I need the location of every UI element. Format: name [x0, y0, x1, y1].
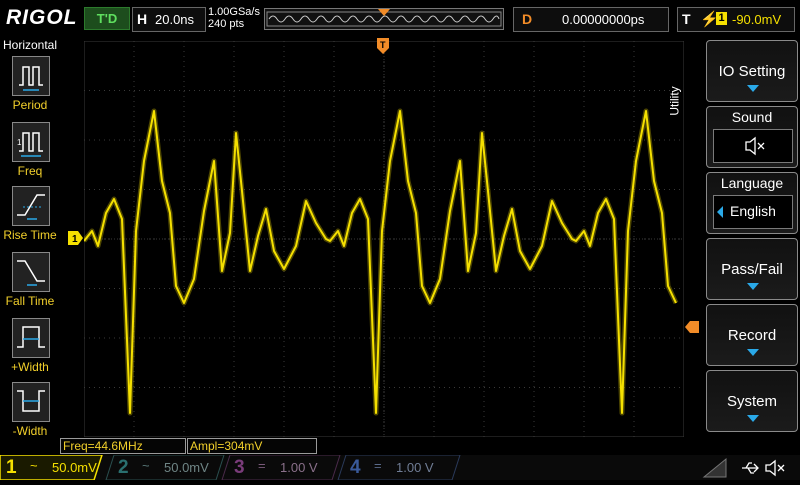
memory-points: 240 pts: [208, 18, 245, 30]
sample-rate: 1.00GSa/s: [208, 6, 260, 18]
language-button[interactable]: Language English: [706, 172, 798, 234]
channel-status-bar: 1 ~ 50.0mV 2 ~ 50.0mV 3 = 1.00 V 4 = 1.0…: [0, 455, 800, 480]
ch1-scale: 50.0mV: [52, 460, 97, 475]
horizontal-timebase-box[interactable]: H 20.0ns: [132, 7, 206, 32]
sound-header: Sound: [731, 109, 773, 125]
ch4-scale: 1.00 V: [396, 460, 434, 475]
delay-value: 0.00000000ps: [562, 12, 645, 27]
rigol-logo: RIGOL: [6, 6, 78, 29]
chevron-down-icon: [747, 85, 759, 92]
ch4-coupling-icon: =: [374, 458, 382, 473]
fall-time-icon: [12, 252, 50, 292]
ch1-tab[interactable]: 1 ~ 50.0mV: [0, 455, 110, 480]
pass-fail-button[interactable]: Pass/Fail: [706, 238, 798, 300]
rise-time-icon: [12, 186, 50, 226]
measure-pos-width-item[interactable]: +Width: [0, 318, 60, 382]
ch2-tab[interactable]: 2 ~ 50.0mV: [112, 455, 224, 480]
record-button[interactable]: Record: [706, 304, 798, 366]
trigger-level-value: -90.0mV: [732, 12, 782, 27]
status-icons: [702, 457, 785, 478]
trigger-position-label: T: [380, 40, 386, 50]
chevron-down-icon: [747, 415, 759, 422]
measure-freq-item[interactable]: 1 Freq: [0, 122, 60, 186]
trigger-position-marker[interactable]: T: [377, 38, 389, 56]
memory-waveform-mini: [268, 15, 500, 23]
measurement-results-bar: Freq=44.6MHz Ampl=304mV: [60, 437, 800, 455]
chevron-down-icon: [747, 283, 759, 290]
language-header: Language: [720, 175, 784, 191]
period-icon: [12, 56, 50, 96]
language-value: English: [730, 203, 776, 219]
ch1-number: 1: [6, 457, 17, 478]
pos-width-label: +Width: [11, 360, 49, 374]
ch4-number: 4: [350, 457, 361, 478]
svg-text:1: 1: [17, 138, 22, 147]
timebase-value: 20.0ns: [155, 12, 195, 27]
top-status-bar: RIGOL T'D H 20.0ns 1.00GSa/s 240 pts D 0…: [0, 0, 800, 36]
record-label: Record: [727, 327, 777, 344]
measure-neg-width-item[interactable]: -Width: [0, 382, 60, 446]
speaker-mute-icon: [765, 459, 785, 477]
freq-label: Freq: [17, 164, 43, 178]
delay-box[interactable]: D 0.00000000ps: [513, 7, 669, 32]
neg-width-icon: [12, 382, 50, 422]
ch3-scale: 1.00 V: [280, 460, 318, 475]
memory-depth-waveform-bar: [264, 8, 504, 30]
ch1-marker-label: 1: [72, 234, 78, 245]
trigger-box[interactable]: T ⚡ 1 -90.0mV: [677, 7, 795, 32]
pos-width-icon: [12, 318, 50, 358]
network-signal-icon: [702, 457, 727, 478]
ch1-offset-marker[interactable]: 1: [68, 231, 84, 245]
neg-width-label: -Width: [12, 424, 48, 438]
io-setting-button[interactable]: IO Setting: [706, 40, 798, 102]
io-setting-label: IO Setting: [718, 63, 786, 80]
ampl-measurement[interactable]: Ampl=304mV: [187, 438, 317, 454]
horizontal-key-label: H: [137, 11, 148, 27]
waveform-display[interactable]: [82, 40, 685, 438]
ch2-number: 2: [118, 457, 129, 478]
system-label: System: [726, 393, 777, 410]
utility-menu: Utility IO Setting Sound Language Englis…: [668, 36, 800, 456]
sound-value-box: [713, 129, 793, 163]
utility-tab[interactable]: Utility: [668, 64, 704, 146]
ch2-coupling-icon: ~: [142, 458, 150, 473]
memory-preview: [266, 9, 502, 27]
fall-time-label: Fall Time: [5, 294, 55, 308]
measure-fall-time-item[interactable]: Fall Time: [0, 252, 60, 316]
freq-icon: 1: [12, 122, 50, 162]
speaker-mute-icon: [745, 136, 765, 156]
chevron-down-icon: [747, 349, 759, 356]
period-label: Period: [12, 98, 48, 112]
system-button[interactable]: System: [706, 370, 798, 432]
ch2-scale: 50.0mV: [164, 460, 209, 475]
sound-button[interactable]: Sound: [706, 106, 798, 168]
measure-rise-time-item[interactable]: Rise Time: [0, 186, 60, 250]
horizontal-measure-menu: Horizontal Period 1 Freq Rise Time Fall …: [0, 36, 60, 456]
usb-icon: [742, 462, 759, 474]
delay-key-label: D: [522, 11, 533, 27]
pass-fail-label: Pass/Fail: [721, 261, 783, 278]
measure-period-item[interactable]: Period: [0, 56, 60, 120]
trigger-key-label: T: [682, 11, 691, 27]
ch4-tab[interactable]: 4 = 1.00 V: [344, 455, 460, 480]
trigger-status-badge: T'D: [84, 7, 130, 30]
ch3-coupling-icon: =: [258, 458, 266, 473]
waveform-graticule: [82, 40, 685, 438]
trigger-source-badge: 1: [716, 12, 727, 25]
ch1-coupling-icon: ~: [30, 458, 38, 473]
utility-tab-label: Utility: [667, 86, 682, 116]
system-status-area: [700, 455, 800, 480]
ch3-tab[interactable]: 3 = 1.00 V: [228, 455, 340, 480]
ch3-number: 3: [234, 457, 245, 478]
language-value-box: English: [713, 195, 793, 229]
left-menu-title: Horizontal: [3, 38, 58, 52]
sample-rate-info: 1.00GSa/s 240 pts: [208, 6, 260, 30]
rise-time-label: Rise Time: [3, 228, 57, 242]
freq-measurement[interactable]: Freq=44.6MHz: [60, 438, 186, 454]
